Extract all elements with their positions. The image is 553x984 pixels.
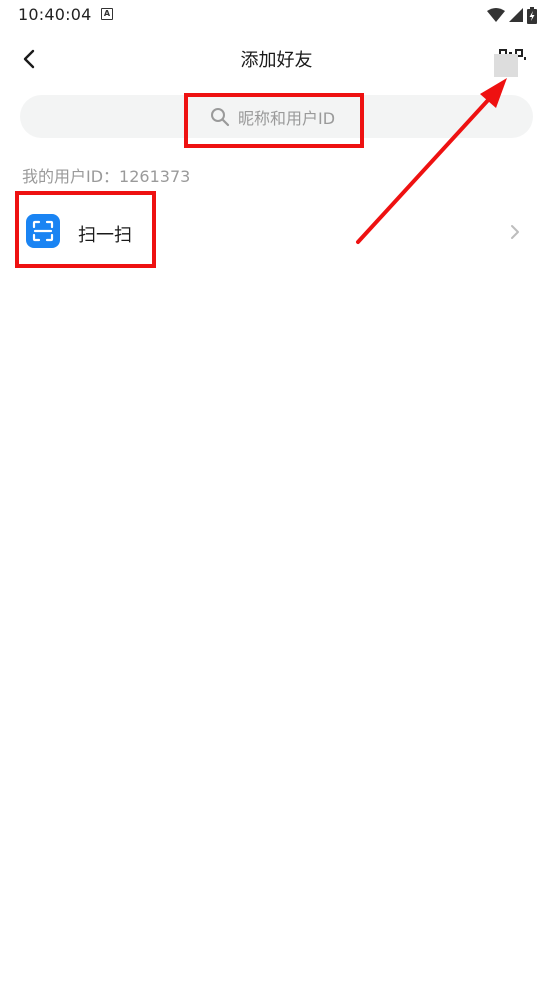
a-letter-icon: A — [101, 8, 113, 20]
page-title: 添加好友 — [240, 50, 313, 71]
status-time: 10:40:04 — [18, 5, 92, 24]
my-user-id: 我的用户ID：1261373 — [22, 167, 191, 186]
battery-charging-icon — [527, 6, 537, 24]
search-icon — [211, 108, 230, 127]
wifi-icon — [487, 8, 505, 22]
signal-icon — [509, 8, 523, 22]
header: 添加好友 — [0, 36, 553, 80]
qr-image-placeholder — [494, 54, 518, 77]
search-bar[interactable]: 昵称和用户ID — [20, 95, 533, 138]
search-placeholder: 昵称和用户ID — [238, 109, 336, 128]
status-bar: 10:40:04 A — [0, 0, 553, 30]
qr-code-button[interactable] — [494, 42, 528, 77]
annotation-arrow — [356, 78, 507, 244]
scan-row[interactable]: 扫一扫 — [0, 200, 553, 264]
chevron-right-icon — [511, 225, 519, 239]
search-inner: 昵称和用户ID — [210, 105, 335, 129]
scan-glyph — [32, 220, 54, 242]
scan-label: 扫一扫 — [78, 225, 132, 246]
status-icons — [487, 6, 537, 24]
scan-icon — [26, 214, 60, 248]
